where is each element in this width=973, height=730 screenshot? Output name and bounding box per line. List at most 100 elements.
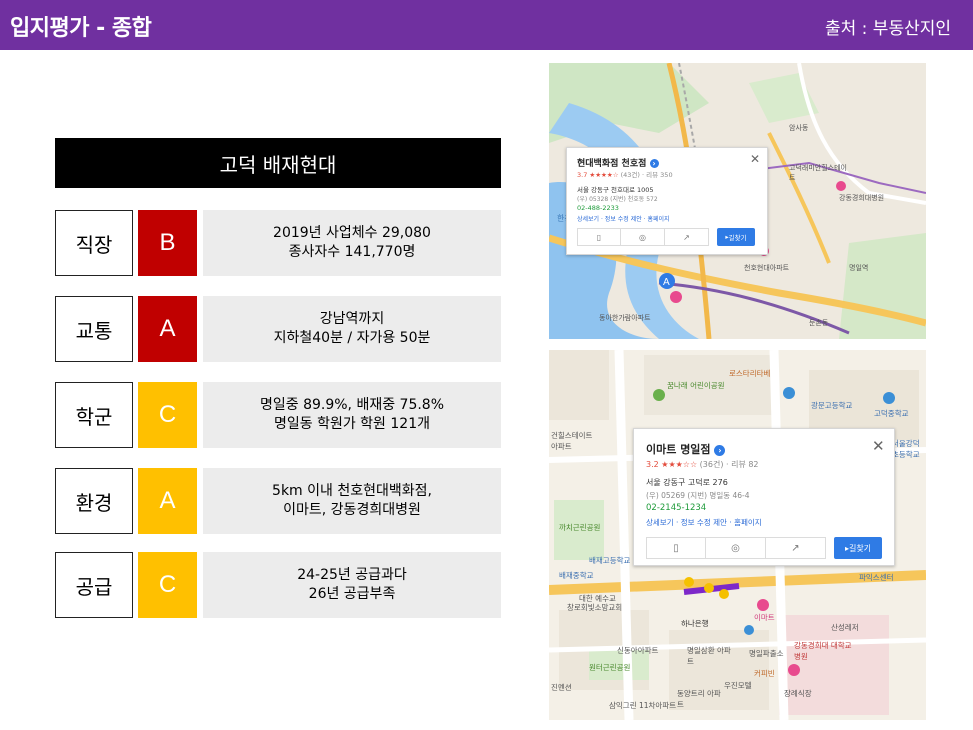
map-label: 명일삼환 아파트 [687, 646, 731, 666]
card-links[interactable]: 상세보기 · 정보 수정 제안 · 홈페이지 [646, 517, 762, 528]
map-label: 고덕중학교 [874, 409, 909, 418]
category-label: 공급 [55, 552, 133, 618]
svg-text:A: A [663, 277, 670, 288]
map-label: 명일파출소 [749, 649, 784, 658]
map-label: 하나은행 [681, 619, 709, 628]
map-label: 강동경희대 대학교병원 [794, 641, 852, 661]
rating-value: 3.7 ★★★★☆ [577, 171, 619, 179]
map-label: 장례식장 [784, 689, 812, 698]
phone-number[interactable]: 02-488-2233 [577, 204, 619, 212]
description-line: 명일중 89.9%, 배재중 75.8% [259, 397, 445, 413]
category-label: 교통 [55, 296, 133, 362]
map-label: 커피빈 [754, 669, 775, 678]
map-label: 꿈나래 어린이공원 [667, 381, 725, 390]
evaluation-row-school: 학군 C 명일중 89.9%, 배재중 75.8% 명일동 학원가 학원 121… [55, 382, 501, 448]
map-label: 산성레저 [831, 623, 859, 632]
description-line: 명일동 학원가 학원 121개 [274, 416, 430, 432]
map-label: 배재중학교 [559, 571, 594, 580]
description-box: 2019년 사업체수 29,080 종사자수 141,770명 [203, 210, 501, 276]
evaluation-row-transport: 교통 A 강남역까지 지하철40분 / 자가용 50분 [55, 296, 501, 362]
map-hyundai-department-store[interactable]: A 고덕래미안힐스테이트 천호현대아파트 강동경희대병원 암사동 명일역 둔촌동… [549, 63, 926, 339]
sub-address: (우) 05269 (지번) 명일동 46-4 [646, 491, 750, 500]
description-line: 5km 이내 천호현대백화점, [272, 483, 432, 499]
close-icon[interactable]: ✕ [750, 152, 760, 166]
map-label: 삼익그린 11차아파트 [609, 701, 677, 710]
place-info-card[interactable]: 현대백화점 천호점 › ✕ 3.7 ★★★★☆ (43건) · 리뷰 350 서… [566, 147, 768, 255]
map-label: 동아한가람아파트 [599, 314, 651, 322]
header-bar: 입지평가 - 종합 출처 : 부동산지인 [0, 0, 973, 50]
rating-meta: (43건) · 리뷰 350 [620, 171, 673, 179]
map-label: 둔촌동 [809, 319, 829, 327]
rating-meta: (36건) · 리뷰 82 [699, 460, 759, 469]
complex-title-banner: 고덕 배재현대 [55, 138, 501, 188]
route-button[interactable]: ▸ 길찾기 [717, 228, 755, 246]
map-label: 동양트리 아파트 [677, 689, 721, 709]
category-label: 환경 [55, 468, 133, 534]
map-label: 이마트 [754, 613, 775, 622]
rating-line: 3.7 ★★★★☆ (43건) · 리뷰 350 [577, 169, 673, 179]
map-label: 대한 예수교 [579, 594, 616, 603]
address: 서울 강동구 천호대로 1005 [577, 186, 654, 194]
map-label: 로스타리타베 [729, 369, 771, 378]
card-actions: ▯ ◎ ↗ ▸ 길찾기 [646, 537, 882, 559]
map-label: 우진모텔 [724, 681, 752, 690]
map-emart-myeongil[interactable]: 로스타리타베 꿈나래 어린이공원 광문고등학교 고덕중학교 배재중학교 배재고등… [549, 350, 926, 720]
rating-value: 3.2 ★★★☆☆ [646, 460, 698, 469]
description-line: 이마트, 강동경희대병원 [283, 502, 421, 518]
evaluation-row-environment: 환경 A 5km 이내 천호현대백화점, 이마트, 강동경희대병원 [55, 468, 501, 534]
verified-icon: › [649, 159, 659, 168]
description-box: 강남역까지 지하철40분 / 자가용 50분 [203, 296, 501, 362]
description-line: 강남역까지 [319, 311, 385, 327]
description-line: 지하철40분 / 자가용 50분 [273, 330, 431, 346]
map-label: 원터근린공원 [589, 663, 631, 672]
grade-badge: C [138, 382, 197, 448]
map-label: 파익스센터 [859, 573, 894, 582]
map-label: 강동경희대병원 [839, 194, 885, 202]
description-line: 2019년 사업체수 29,080 [273, 225, 431, 241]
map-label: 고덕래미안힐스테이트 [789, 164, 847, 182]
phone-number[interactable]: 02-2145-1234 [646, 503, 706, 513]
route-button[interactable]: ▸ 길찾기 [834, 537, 882, 559]
evaluation-row-supply: 공급 C 24-25년 공급과다 26년 공급부족 [55, 552, 501, 618]
place-info-card[interactable]: 이마트 명일점 › ✕ 3.2 ★★★☆☆ (36건) · 리뷰 82 서울 강… [633, 428, 895, 566]
location-pin-icon[interactable]: ◎ [621, 228, 665, 246]
grade-badge: C [138, 552, 197, 618]
description-box: 5km 이내 천호현대백화점, 이마트, 강동경희대병원 [203, 468, 501, 534]
map-label: 명일역 [849, 264, 869, 272]
bookmark-icon[interactable]: ▯ [646, 537, 706, 559]
map-label: 신동아아파트 [617, 646, 659, 655]
share-icon[interactable]: ↗ [665, 228, 709, 246]
place-name[interactable]: 현대백화점 천호점 › [577, 156, 659, 169]
verified-icon: › [714, 445, 726, 456]
route-label: 길찾기 [848, 543, 872, 553]
description-line: 26년 공급부족 [308, 586, 396, 602]
description-line: 24-25년 공급과다 [297, 567, 407, 583]
page-title: 입지평가 - 종합 [10, 16, 152, 41]
place-name[interactable]: 이마트 명일점 › [646, 441, 726, 457]
map-label: 천호현대아파트 [744, 264, 790, 272]
rating-line: 3.2 ★★★☆☆ (36건) · 리뷰 82 [646, 459, 759, 470]
bookmark-icon[interactable]: ▯ [577, 228, 621, 246]
source-label: 출처 : 부동산지인 [824, 19, 951, 39]
close-icon[interactable]: ✕ [872, 437, 885, 455]
category-label: 학군 [55, 382, 133, 448]
description-box: 24-25년 공급과다 26년 공급부족 [203, 552, 501, 618]
route-label: 길찾기 [728, 234, 747, 242]
map-label: 암사동 [789, 124, 809, 132]
sub-address: (우) 05328 (지번) 천호동 572 [577, 196, 658, 203]
category-label: 직장 [55, 210, 133, 276]
map-label: 배재고등학교 [589, 556, 631, 565]
grade-badge: A [138, 296, 197, 362]
share-icon[interactable]: ↗ [766, 537, 826, 559]
map-label: 광문고등학교 [811, 401, 853, 410]
address: 서울 강동구 고덕로 276 [646, 478, 728, 487]
grade-badge: B [138, 210, 197, 276]
card-links[interactable]: 상세보기 · 정보 수정 제안 · 홈페이지 [577, 214, 670, 223]
description-box: 명일중 89.9%, 배재중 75.8% 명일동 학원가 학원 121개 [203, 382, 501, 448]
map-label: 진멘션 [551, 683, 572, 692]
evaluation-row-job: 직장 B 2019년 사업체수 29,080 종사자수 141,770명 [55, 210, 501, 276]
card-actions: ▯ ◎ ↗ ▸ 길찾기 [577, 228, 755, 246]
map-label: 건힐스테이트 아파트 [551, 431, 593, 451]
description-line: 종사자수 141,770명 [288, 244, 416, 260]
location-pin-icon[interactable]: ◎ [706, 537, 766, 559]
